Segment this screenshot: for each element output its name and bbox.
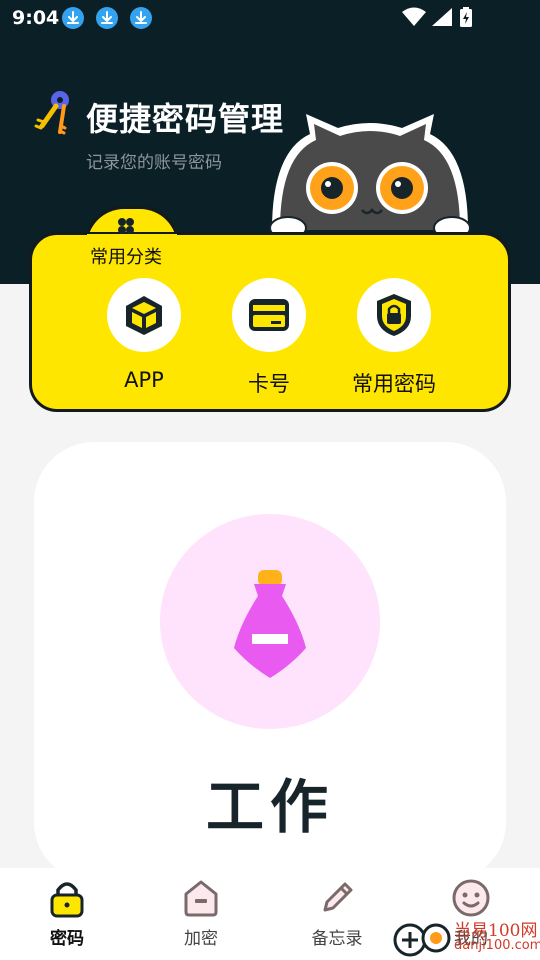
keys-icon (34, 88, 74, 142)
download-icon (130, 7, 152, 29)
clover-icon (116, 216, 136, 240)
nav-item-password[interactable]: 密码 (17, 876, 117, 949)
wifi-icon (402, 7, 426, 26)
status-bar: 9:04 (0, 0, 540, 36)
signal-icon (432, 8, 452, 26)
nav-label: 备忘录 (311, 929, 363, 949)
category-item-card[interactable]: 卡号 (209, 278, 329, 398)
category-label: APP (124, 368, 164, 392)
category-label: 常用密码 (352, 372, 436, 396)
tag-background (160, 514, 380, 729)
category-item-common-password[interactable]: 常用密码 (334, 278, 454, 398)
lock-icon (17, 876, 117, 920)
download-icon (96, 7, 118, 29)
nav-item-memo[interactable]: 备忘录 (287, 876, 387, 949)
work-card[interactable]: 工作 (34, 442, 506, 882)
battery-icon (460, 7, 472, 27)
nav-label: 密码 (50, 929, 84, 949)
download-icon (62, 7, 84, 29)
card-icon (232, 278, 306, 352)
app-subtitle: 记录您的账号密码 (86, 153, 222, 173)
card-title: 工作 (205, 773, 334, 841)
shield-lock-icon (357, 278, 431, 352)
pencil-icon (287, 876, 387, 920)
house-icon (151, 876, 251, 920)
watermark-logo-icon (393, 923, 451, 957)
category-title: 常用分类 (90, 247, 162, 268)
nav-item-encrypt[interactable]: 加密 (151, 876, 251, 949)
status-time: 9:04 (12, 7, 60, 29)
tag-icon (220, 566, 320, 690)
category-item-app[interactable]: APP (84, 278, 204, 392)
watermark-url: danji100.com (454, 938, 540, 953)
cube-icon (107, 278, 181, 352)
nav-label: 加密 (184, 929, 218, 949)
category-label: 卡号 (248, 372, 290, 396)
status-right-icons (400, 6, 500, 34)
watermark: 当易100网 danji100.com (392, 914, 540, 960)
app-title: 便捷密码管理 (86, 100, 285, 138)
cat-mascot-icon (262, 112, 478, 246)
